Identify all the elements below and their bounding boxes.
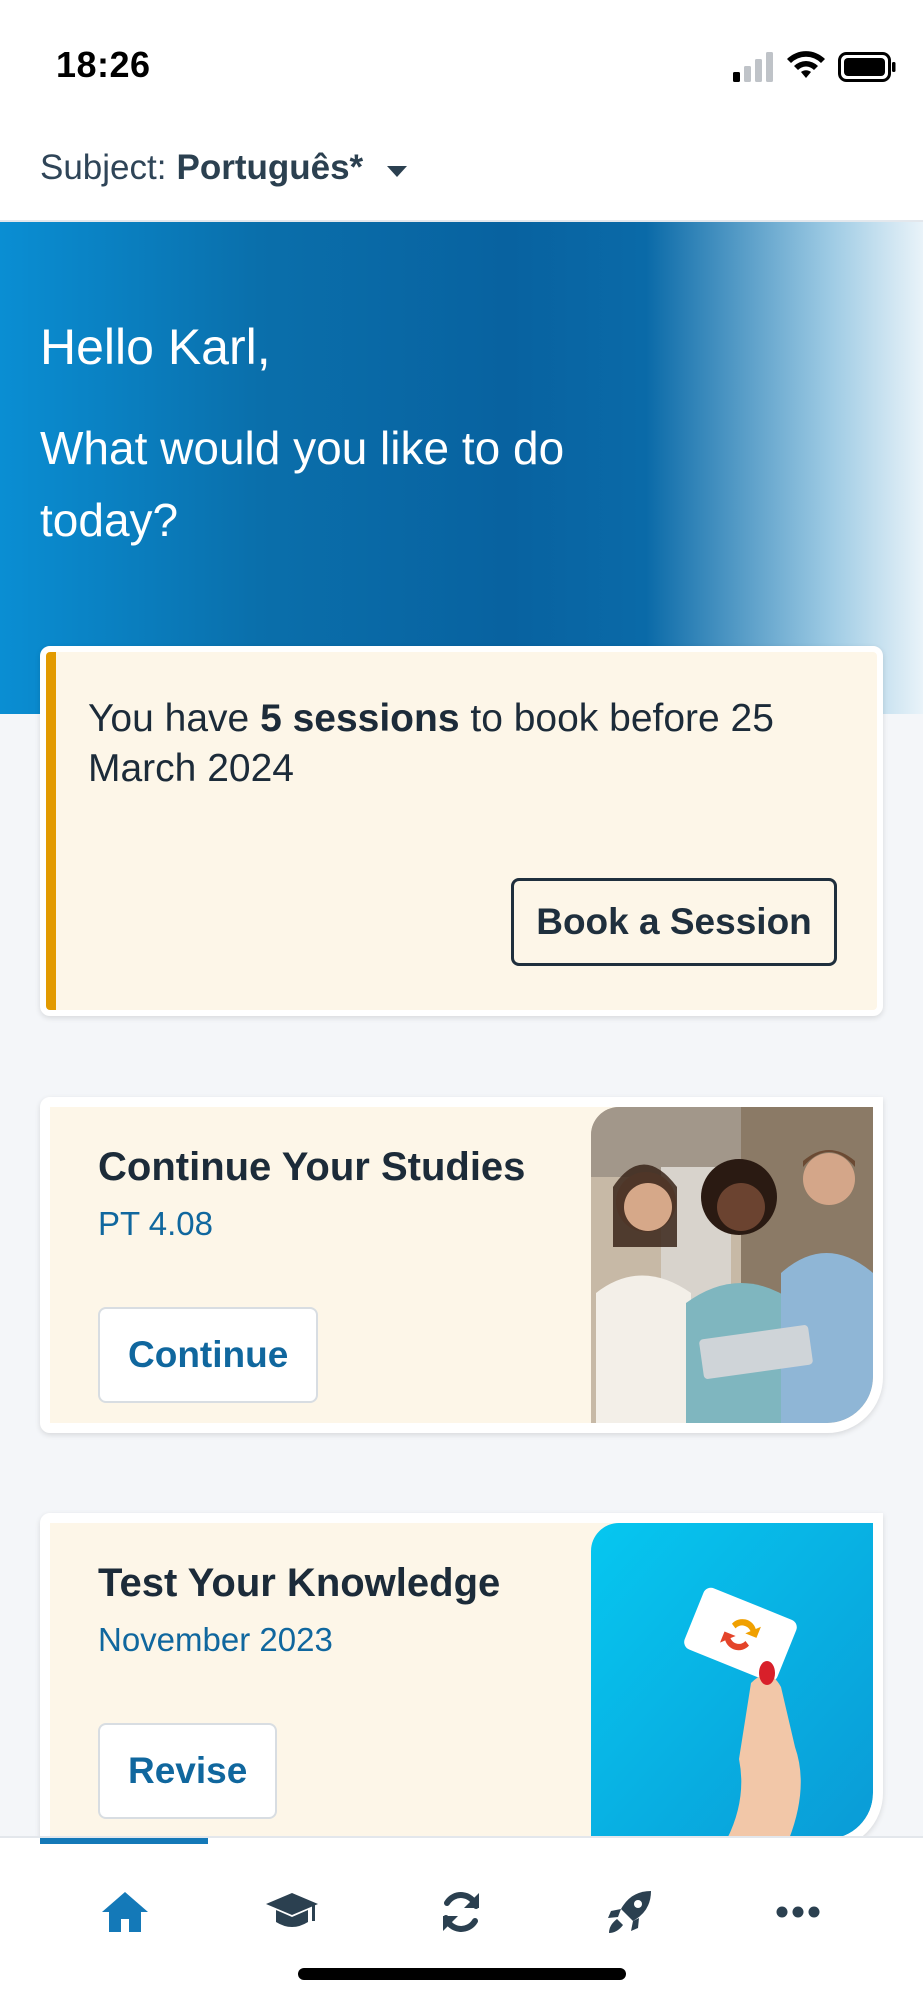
- notice-prefix: You have: [88, 697, 261, 740]
- tab-home[interactable]: [95, 1882, 155, 1942]
- caret-down-icon: [387, 165, 408, 177]
- graduation-cap-icon: [266, 1893, 318, 1927]
- card-title: Test Your Knowledge: [98, 1561, 501, 1605]
- status-time: 18:26: [56, 44, 151, 85]
- active-tab-indicator: [40, 1838, 208, 1844]
- greeting-question: What would you like to do today?: [40, 422, 565, 546]
- subject-label: Subject:: [40, 148, 167, 187]
- hero-banner: Hello Karl, What would you like to do to…: [0, 222, 923, 714]
- continue-button[interactable]: Continue: [98, 1307, 319, 1403]
- subject-selector[interactable]: Subject: Português*: [40, 148, 408, 188]
- notice-text: You have 5 sessions to book before 25 Ma…: [88, 694, 848, 794]
- tab-courses[interactable]: [262, 1882, 322, 1942]
- rocket-icon: [608, 1891, 651, 1933]
- more-icon: [776, 1906, 820, 1918]
- greeting: Hello Karl,: [40, 319, 271, 375]
- tab-review[interactable]: [431, 1882, 491, 1942]
- students-photo: [591, 1107, 873, 1423]
- subject-selector-bar[interactable]: Subject: Português*: [0, 130, 923, 222]
- notice-accent-bar: [46, 652, 56, 1010]
- battery-icon: [838, 52, 896, 82]
- revise-button[interactable]: Revise: [98, 1723, 278, 1819]
- tab-launch[interactable]: [600, 1882, 660, 1942]
- notice-highlight: 5 sessions: [260, 697, 460, 740]
- continue-studies-card[interactable]: Continue Your Studies PT 4.08 Continue: [40, 1097, 883, 1433]
- card-title: Continue Your Studies: [98, 1145, 526, 1189]
- card-subtitle: PT 4.08: [98, 1205, 213, 1242]
- flashcard-photo: [591, 1523, 873, 1839]
- cellular-signal-icon: [733, 52, 773, 82]
- booking-notice-card: You have 5 sessions to book before 25 Ma…: [40, 646, 883, 1016]
- tab-more[interactable]: [768, 1882, 828, 1942]
- test-knowledge-card[interactable]: Test Your Knowledge November 2023 Revise: [40, 1513, 883, 1849]
- wifi-icon: [787, 51, 825, 78]
- status-bar: 18:26: [0, 0, 923, 130]
- subject-value: Português*: [176, 148, 364, 187]
- home-icon: [102, 1892, 148, 1932]
- card-subtitle: November 2023: [98, 1621, 333, 1658]
- book-session-button[interactable]: Book a Session: [511, 878, 837, 966]
- refresh-icon: [443, 1892, 479, 1932]
- home-indicator[interactable]: [298, 1968, 626, 1980]
